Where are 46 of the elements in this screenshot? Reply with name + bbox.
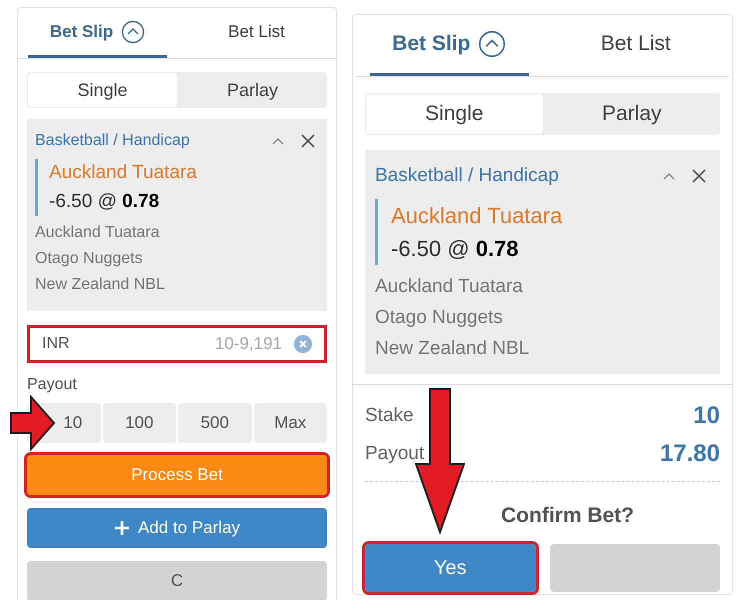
match-detail: Otago Nuggets (375, 306, 504, 330)
mode-tab[interactable]: Parlay (178, 72, 327, 108)
confirm-prompt: Confirm Bet? (500, 503, 635, 529)
summary-label: Stake (365, 404, 414, 428)
tab[interactable]: Bet Slip (370, 15, 528, 76)
close-icon[interactable] (692, 169, 706, 184)
tab[interactable]: Bet List (187, 8, 326, 55)
match-detail: Auckland Tuatara (375, 274, 524, 298)
quick-amount-button[interactable]: 100 (102, 403, 176, 443)
chevron-up-icon[interactable] (662, 171, 676, 182)
chevron-up-icon[interactable] (271, 136, 285, 146)
quick-amount-button[interactable]: Max (254, 403, 327, 443)
stake-field[interactable]: INR 10-9,191 (27, 325, 327, 363)
tab[interactable]: Bet List (556, 15, 715, 73)
summary-value: 17.80 (660, 439, 720, 469)
match-detail: Otago Nuggets (35, 249, 144, 269)
close-icon[interactable] (301, 134, 315, 148)
quick-amount-button[interactable]: 500 (178, 403, 252, 443)
cancel-button[interactable]: C (27, 561, 327, 600)
tab-label: Bet Slip (392, 31, 470, 58)
currency-label: INR (42, 334, 70, 354)
mode-tab[interactable]: Parlay (544, 93, 720, 135)
tab-label: Bet Slip (50, 20, 114, 43)
yes-button[interactable]: Yes (365, 544, 536, 592)
mode-tab[interactable]: Single (27, 72, 178, 108)
match-detail: New Zealand NBL (35, 275, 166, 295)
odds-line: -6.50 @ 0.78 (49, 190, 160, 214)
tab-label: Bet List (228, 20, 285, 43)
match-detail: New Zealand NBL (375, 336, 530, 360)
summary-value: 10 (693, 401, 720, 431)
team-name: Auckland Tuatara (391, 202, 564, 230)
team-name: Auckland Tuatara (49, 161, 198, 185)
match-detail: Auckland Tuatara (35, 223, 161, 243)
tab[interactable]: Bet Slip (28, 8, 167, 58)
stake-input[interactable]: 10-9,191 (70, 331, 294, 357)
market-label: Basketball / Handicap (375, 164, 559, 188)
tab-label: Bet List (600, 31, 671, 58)
chevron-up-circle-icon[interactable] (121, 20, 146, 44)
summary-label: Payout (365, 442, 424, 466)
add-to-parlay-button[interactable]: Add to Parlay (27, 508, 327, 548)
chevron-up-circle-icon[interactable] (478, 30, 506, 58)
mode-tab[interactable]: Single (365, 93, 544, 135)
plus-icon (114, 520, 130, 536)
market-label: Basketball / Handicap (35, 131, 190, 151)
payout-label: Payout (27, 375, 78, 395)
odds-line: -6.50 @ 0.78 (391, 234, 520, 262)
